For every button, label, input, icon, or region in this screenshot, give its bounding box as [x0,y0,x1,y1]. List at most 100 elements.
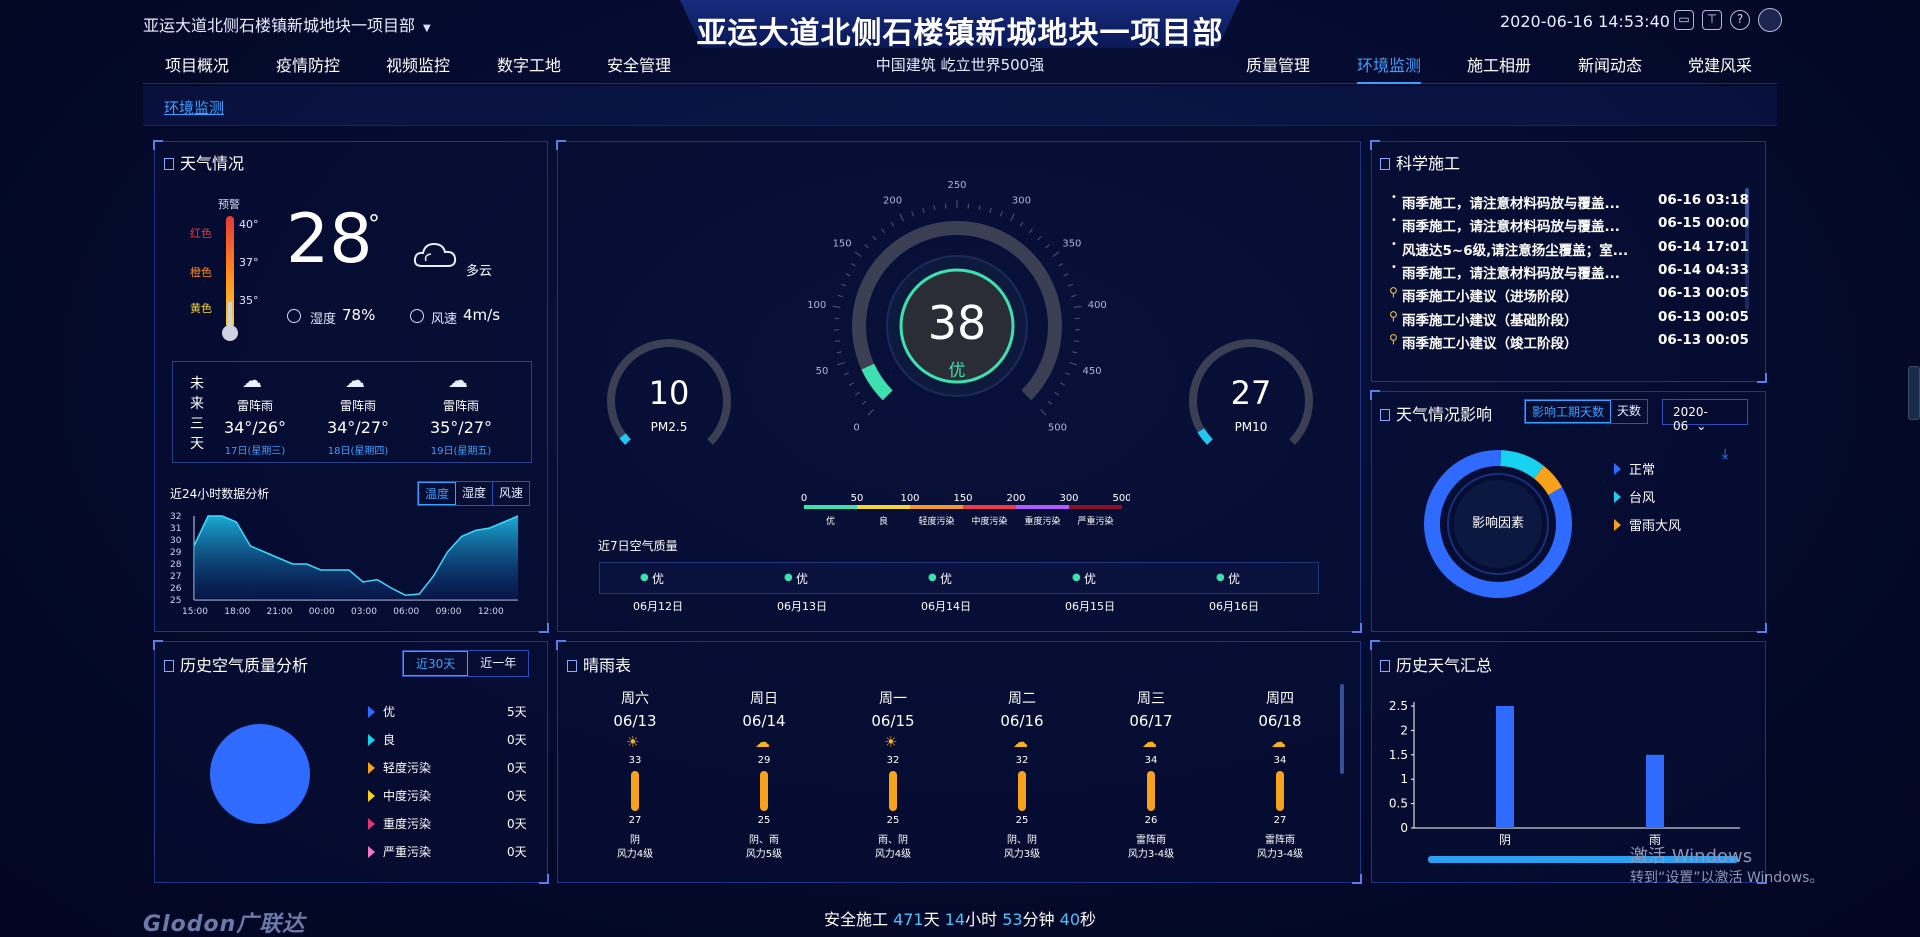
triangle-icon [1614,490,1621,503]
forecast-date: 18日(星期四) [327,446,389,457]
side-handle[interactable] [1908,366,1920,420]
forecast-condition: 雷阵雨 [1265,835,1295,846]
gauge-tick [1072,351,1078,354]
science-item-text[interactable]: 雨季施工，请注意材料码放与覆盖... [1402,262,1620,282]
y-tick-label: 26 [170,584,182,594]
forecast-weekday: 周三 [1137,691,1165,707]
month-select[interactable]: 2020-06 ⌄ [1662,399,1748,433]
legend-label: 重度污染 [383,817,432,831]
thunder-rain-icon: ☁ [448,368,468,392]
gauge-tick [1010,213,1015,222]
legend-value: 0天 [507,817,527,831]
forecast-condition: 雷阵雨 [442,399,479,413]
temp-range-bar [760,771,768,811]
scale-label: 重度污染 [1024,515,1060,527]
science-item-text[interactable]: 雨季施工小建议（进场阶段） [1402,285,1578,305]
help-icon[interactable]: ? [1730,10,1750,30]
nav-item-environment[interactable]: 环境监测 [1357,52,1422,84]
triangle-icon [368,733,375,746]
nav-item-digital-site[interactable]: 数字工地 [497,52,561,76]
y-tick-label: 0.5 [1389,797,1408,811]
breadcrumb[interactable]: 环境监测 [164,97,224,118]
science-item-text[interactable]: 雨季施工小建议（基础阶段） [1402,309,1578,329]
status-dot-icon: ● [928,572,937,583]
nav-item-video[interactable]: 视频监控 [386,52,450,76]
y-tick-label: 29 [170,548,182,558]
forecast-temp: 35°/27° [429,418,493,437]
days-unit: 天 [923,910,940,929]
impact-title-text: 天气情况影响 [1396,405,1493,424]
history-air-legend-item: 中度污染 [368,787,431,804]
minutes-unit: 分钟 [1022,910,1055,929]
download-icon[interactable]: ⤓ [1722,446,1728,462]
panel-icon [567,660,577,672]
tab-30days[interactable]: 近30天 [403,651,469,676]
bullet-icon: • [1391,215,1397,227]
week-air-date: 06月15日 [1065,600,1115,613]
panel-icon [1380,158,1390,170]
nav-item-safety[interactable]: 安全管理 [607,52,671,76]
donut-slice [1500,450,1544,479]
forecast-condition: 阴、阴 [1007,835,1037,846]
tab-days[interactable]: 天数 [1611,400,1647,423]
week-air-row [599,562,1319,594]
impact-legend-item: 台风 [1614,487,1655,506]
science-title: 科学施工 [1380,150,1460,174]
tab-humidity[interactable]: 湿度 [456,482,494,505]
gauge-tick [1060,382,1066,386]
shirt-icon[interactable]: ⊤ [1702,10,1722,30]
nav-item-project-overview[interactable]: 项目概况 [165,52,229,76]
level-yellow-temp: 35° [239,294,259,307]
pie-slice [210,724,310,824]
forecast-label: 未来三天 [190,376,204,452]
scale-number: 150 [953,493,972,504]
nav-item-epidemic[interactable]: 疫情防控 [276,52,340,76]
y-tick-label: 30 [170,536,182,546]
nav-item-album[interactable]: 施工相册 [1467,52,1531,76]
tab-impact-days[interactable]: 影响工期天数 [1525,400,1612,423]
forecast-high: 29 [757,755,771,766]
forecast-condition: 雷阵雨 [1136,835,1166,846]
week-air-status: 优 [940,572,953,586]
forecast-low: 27 [1273,815,1287,826]
user-avatar-icon[interactable] [1758,8,1782,32]
science-item-text[interactable]: 雨季施工，请注意材料码放与覆盖... [1402,215,1620,235]
tab-1year[interactable]: 近一年 [468,651,528,676]
nav-item-party[interactable]: 党建风采 [1688,52,1752,76]
thunder-rain-icon: ☁ [345,368,365,392]
y-tick-label: 31 [170,524,181,534]
science-item-text[interactable]: 雨季施工，请注意材料码放与覆盖... [1402,192,1620,212]
tab-wind[interactable]: 风速 [493,482,529,505]
forecast-low: 25 [1015,815,1029,826]
tab-temperature[interactable]: 温度 [418,482,457,505]
scale-label: 轻度污染 [918,515,954,527]
nav-item-quality[interactable]: 质量管理 [1246,52,1310,76]
temp-range-bar [889,771,897,811]
science-item-text[interactable]: 雨季施工小建议（竣工阶段） [1402,332,1578,352]
current-temperature: 28 [286,200,373,279]
scale-segment [963,505,1016,509]
gauge-tick [832,305,841,309]
rain-icon: ☁ [755,733,770,751]
gauge-tick [978,205,981,211]
page-title: 亚运大道北侧石楼镇新城地块一项目部 [696,16,1224,51]
forecast-high: 34 [1144,755,1158,766]
forecast-weekday: 周二 [1008,691,1036,707]
gauge-tick [1073,305,1082,309]
gauge-tick [999,211,1003,217]
panel-icon [164,158,174,170]
monitor-icon[interactable]: ▭ [1674,10,1694,30]
gauge-tick [1040,409,1047,416]
nav-item-news[interactable]: 新闻动态 [1578,52,1642,76]
forecast-wind: 风力5级 [745,849,783,860]
seconds-unit: 秒 [1080,910,1097,929]
gauge-tick [1063,273,1069,277]
scale-number: 300 [1059,493,1078,504]
wind-icon [410,309,424,323]
project-select[interactable]: 亚运大道北侧石楼镇新城地块一项目部 ▼ [143,12,431,36]
science-item-text[interactable]: 风速达5~6级,请注意扬尘覆盖；室... [1402,239,1628,259]
status-dot-icon: ● [784,572,793,583]
chart-24h-tabs: 温度 湿度 风速 [417,481,531,506]
scale-label: 严重污染 [1077,515,1113,527]
forecast-week-scrollbar[interactable] [1340,684,1344,774]
